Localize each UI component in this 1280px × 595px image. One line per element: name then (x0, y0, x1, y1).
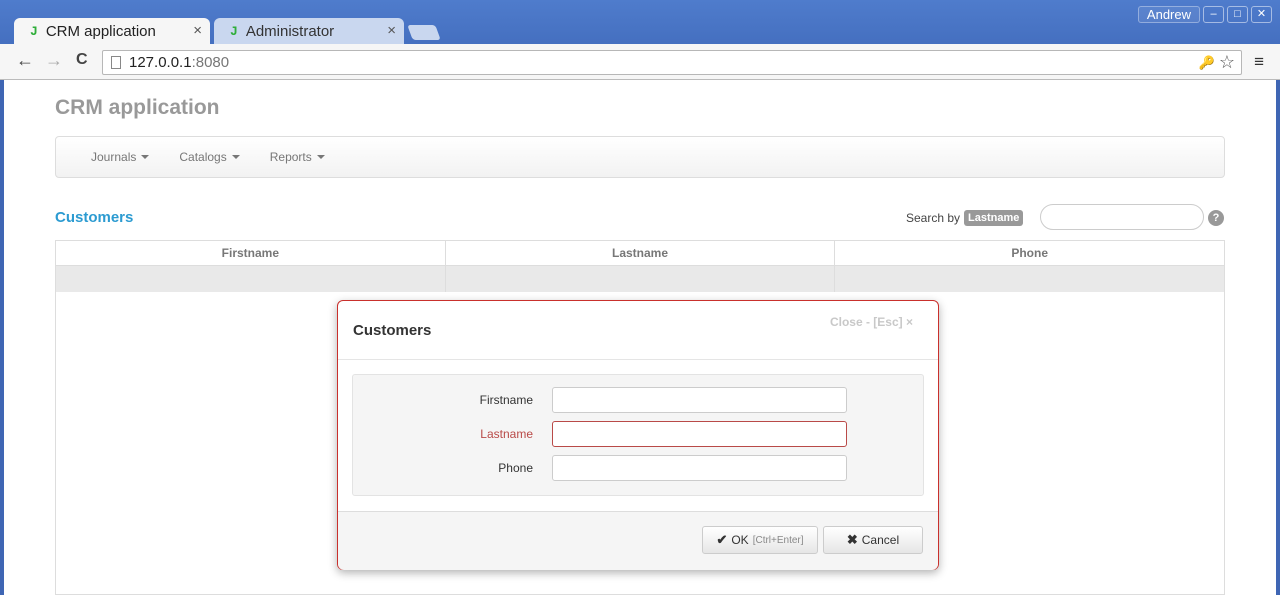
page-content: CRM application Journals Catalogs Report… (4, 80, 1276, 595)
nav-label: Journals (91, 150, 137, 164)
caret-down-icon (141, 155, 150, 159)
form-row-phone: Phone (353, 455, 923, 481)
cancel-button[interactable]: ✖ Cancel (823, 526, 923, 554)
section-title: Customers (55, 209, 134, 226)
maximize-button[interactable]: □ (1227, 6, 1248, 23)
dialog-footer: ✔ OK [Ctrl+Enter] ✖ Cancel (338, 511, 938, 570)
divider (338, 359, 938, 360)
lastname-field[interactable] (552, 421, 847, 447)
table-cell (835, 266, 1224, 292)
phone-label: Phone (498, 461, 533, 475)
search-by: Search by Lastname (906, 210, 1024, 226)
app-title: CRM application (55, 96, 220, 119)
back-icon[interactable]: ← (16, 50, 34, 71)
ok-button[interactable]: ✔ OK [Ctrl+Enter] (702, 526, 818, 554)
search-label: Search by (906, 211, 961, 225)
url-host: 127.0.0.1 (129, 54, 192, 71)
nav-label: Catalogs (179, 150, 227, 164)
cancel-label: Cancel (861, 533, 900, 547)
column-header-phone[interactable]: Phone (835, 241, 1224, 265)
check-icon: ✔ (716, 532, 728, 547)
browser-toolbar: ← → C 127.0.0.1 :8080 🔑 ☆ ≡ (0, 44, 1280, 80)
search-field-badge[interactable]: Lastname (964, 210, 1024, 226)
tab-crm-application[interactable]: J CRM application × (14, 18, 210, 44)
minimize-button[interactable]: – (1203, 6, 1224, 23)
tab-administrator[interactable]: J Administrator × (214, 18, 404, 44)
customer-form: Firstname Lastname Phone (352, 374, 924, 496)
table-cell (56, 266, 446, 292)
profile-user[interactable]: Andrew (1137, 6, 1200, 23)
form-row-lastname: Lastname (353, 421, 923, 447)
new-tab-button[interactable] (407, 25, 441, 40)
table-row[interactable] (56, 266, 1224, 292)
tab-label: CRM application (45, 22, 156, 40)
lastname-label: Lastname (480, 427, 533, 441)
table-cell (446, 266, 836, 292)
main-navbar: Journals Catalogs Reports (55, 136, 1225, 178)
form-row-firstname: Firstname (353, 387, 923, 413)
reload-icon[interactable]: C (76, 51, 88, 69)
dialog-close-button[interactable]: Close - [Esc] × (830, 315, 913, 329)
tab-label: Administrator (245, 22, 335, 40)
firstname-label: Firstname (479, 393, 533, 407)
page-icon (111, 56, 121, 69)
window-controls: Andrew – □ ✕ (1137, 6, 1272, 23)
address-bar[interactable]: 127.0.0.1 :8080 🔑 ☆ (102, 50, 1242, 75)
firstname-field[interactable] (552, 387, 847, 413)
browser-chrome: J CRM application × J Administrator × An… (0, 0, 1280, 80)
help-icon[interactable]: ? (1208, 210, 1224, 226)
ok-shortcut-hint: [Ctrl+Enter] (752, 534, 804, 546)
key-icon[interactable]: 🔑 (1199, 55, 1215, 73)
close-tab-icon[interactable]: × (193, 22, 202, 39)
ok-label: OK (731, 533, 749, 547)
x-icon: ✖ (846, 532, 858, 547)
phone-field[interactable] (552, 455, 847, 481)
bookmark-star-icon[interactable]: ☆ (1219, 52, 1235, 73)
column-header-lastname[interactable]: Lastname (446, 241, 836, 265)
dialog-title: Customers (353, 322, 432, 339)
customer-dialog: Customers Close - [Esc] × Firstname Last… (337, 300, 939, 570)
caret-down-icon (316, 155, 325, 159)
nav-journals[interactable]: Journals (91, 150, 150, 164)
nav-label: Reports (269, 150, 312, 164)
caret-down-icon (231, 155, 240, 159)
app-icon: J (230, 23, 238, 39)
table-header: Firstname Lastname Phone (56, 241, 1224, 266)
close-window-button[interactable]: ✕ (1251, 6, 1272, 23)
nav-catalogs[interactable]: Catalogs (179, 150, 240, 164)
url-port: :8080 (191, 54, 230, 71)
close-tab-icon[interactable]: × (387, 22, 396, 39)
app-icon: J (30, 23, 38, 39)
forward-icon[interactable]: → (45, 50, 63, 71)
nav-reports[interactable]: Reports (270, 150, 325, 164)
search-input[interactable] (1040, 204, 1204, 230)
browser-menu-icon[interactable]: ≡ (1254, 52, 1264, 72)
column-header-firstname[interactable]: Firstname (56, 241, 446, 265)
